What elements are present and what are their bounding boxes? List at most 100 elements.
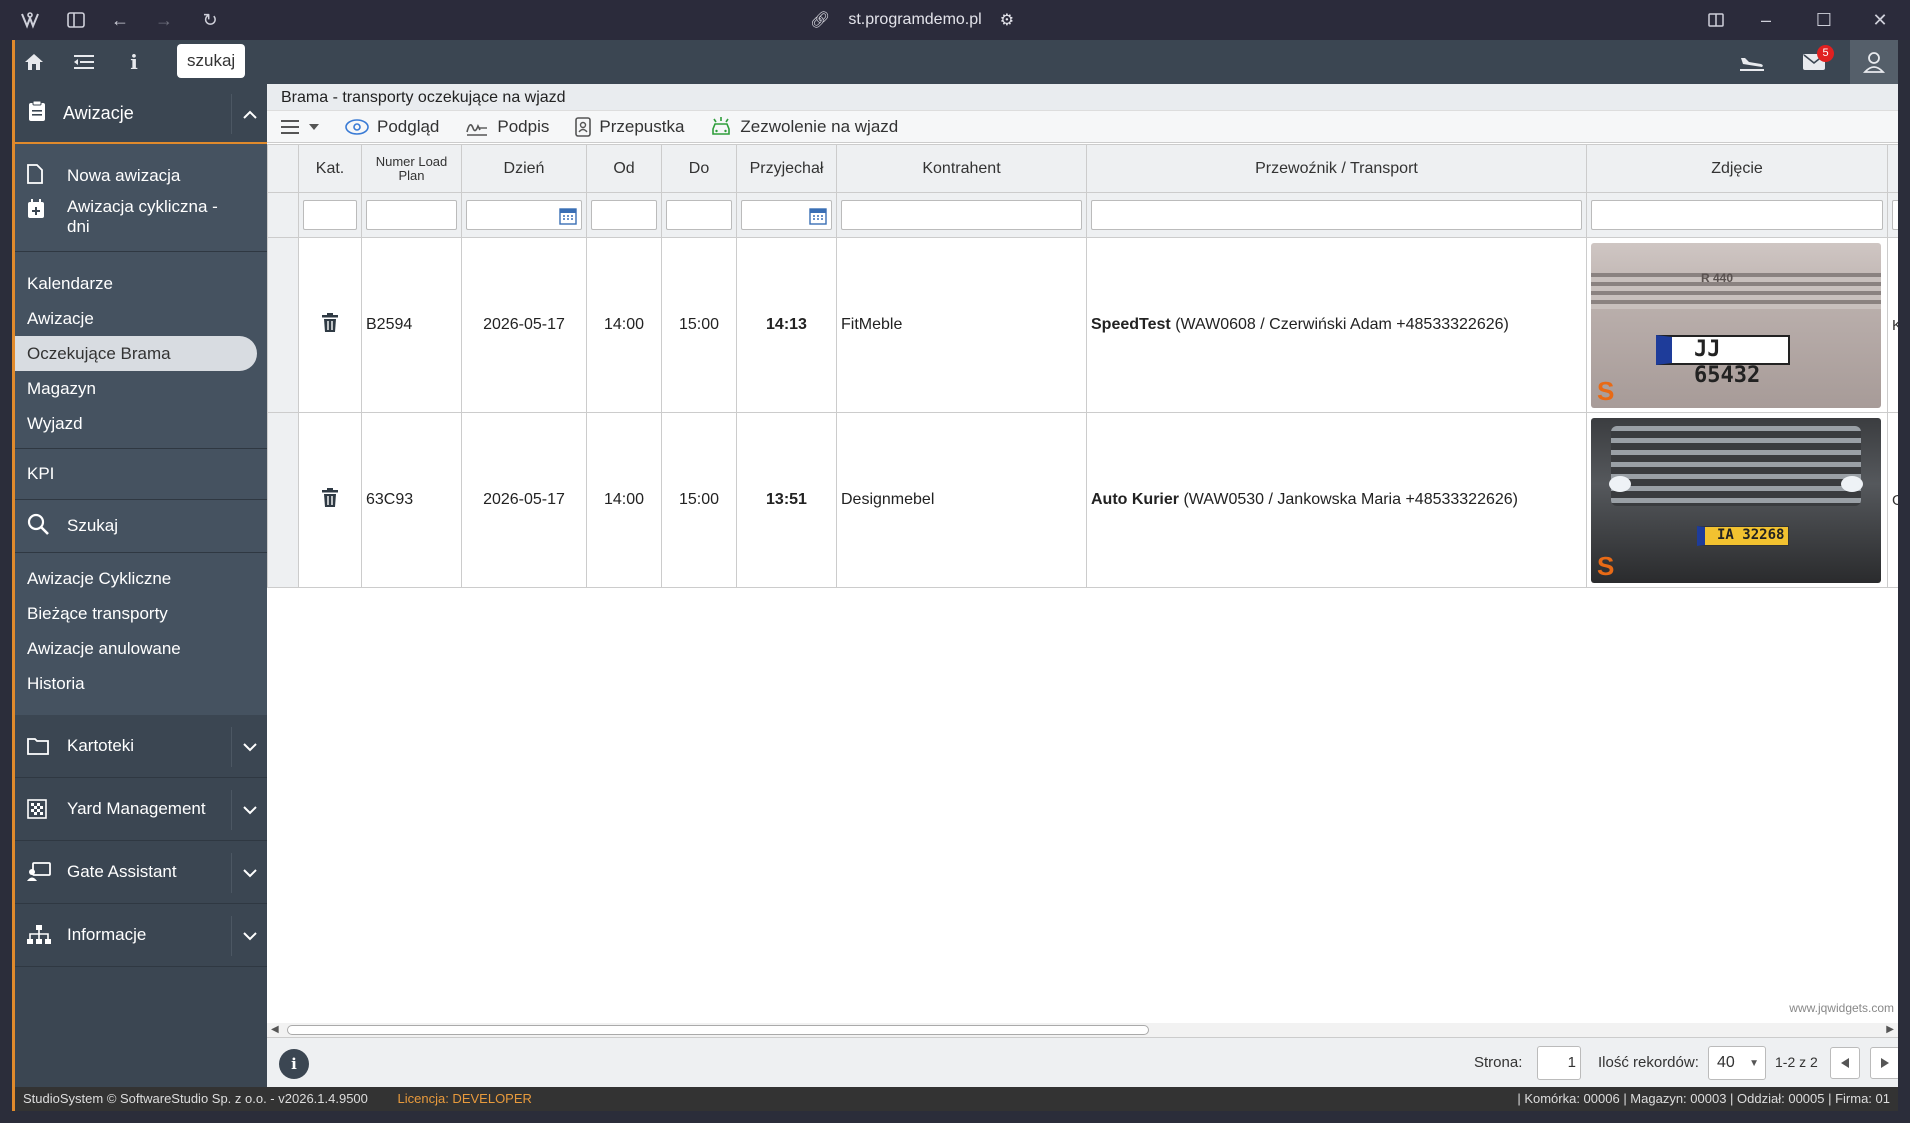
col-header-przyjechal[interactable]: Przyjechał [736, 144, 837, 193]
jqwidgets-watermark[interactable]: www.jqwidgets.com [1789, 1001, 1894, 1015]
cell-overflow: G c [1887, 412, 1898, 588]
site-settings-icon[interactable]: ⚙︎ [1000, 10, 1014, 30]
back-icon[interactable]: ← [108, 8, 132, 32]
main-content: Brama - transporty oczekujące na wjazd P… [267, 84, 1898, 1087]
sidebar-group-informacje[interactable]: Informacje [15, 904, 267, 967]
scrollbar-thumb[interactable] [287, 1025, 1149, 1035]
col-header-dzien[interactable]: Dzień [461, 144, 587, 193]
sidebar-group-kartoteki[interactable]: Kartoteki [15, 715, 267, 778]
grid-icon [27, 799, 51, 819]
app-window: i szukaj 5 Awizacje Nowa awizacja Awizac… [12, 40, 1898, 1111]
sidebar-item-awizacje-anulowane[interactable]: Awizacje anulowane [15, 631, 267, 666]
filter-input-dzien[interactable] [466, 200, 582, 230]
sidebar-item-awizacje[interactable]: Awizacje [15, 301, 267, 336]
address-bar[interactable]: 🔗︎ st.programdemo.pl ⚙︎ [810, 8, 1014, 32]
sidebar-item-nowa-awizacja[interactable]: Nowa awizacja [15, 160, 267, 195]
browser-logo-icon[interactable] [18, 8, 42, 32]
sidebar-group-yard-management[interactable]: Yard Management [15, 778, 267, 841]
menu-dropdown-button[interactable] [281, 119, 319, 134]
cell-to: 15:00 [661, 237, 737, 413]
filter-input-przewoznik[interactable] [1091, 200, 1582, 230]
calendar-plus-icon [27, 199, 51, 224]
filter-input-od[interactable] [591, 200, 657, 230]
table-row[interactable]: 63C93 2026-05-17 14:00 15:00 13:51 Desig… [267, 412, 1898, 588]
preview-button[interactable]: Podgląd [345, 117, 439, 137]
signature-button[interactable]: Podpis [465, 117, 549, 137]
sidebar-item-awizacje-cykliczne[interactable]: Awizacje Cykliczne [15, 561, 267, 596]
next-page-button[interactable] [1870, 1047, 1898, 1079]
col-header-kontrahent[interactable]: Kontrahent [836, 144, 1087, 193]
truck-photo[interactable]: R 440 JJ 65432 S [1591, 242, 1881, 408]
entry-permission-button[interactable]: Zezwolenie na wjazd [710, 116, 898, 137]
plane-landing-icon[interactable] [1739, 50, 1765, 74]
search-button[interactable]: szukaj [177, 44, 246, 78]
records-select[interactable]: 40 ▼ [1708, 1046, 1766, 1080]
prev-page-button[interactable] [1830, 1047, 1860, 1079]
sidebar-item-szukaj[interactable]: Szukaj [15, 500, 267, 552]
info-button[interactable]: i [279, 1049, 309, 1079]
split-view-icon[interactable] [1704, 8, 1728, 32]
sidebar-toggle-icon[interactable] [64, 8, 88, 32]
user-avatar[interactable] [1850, 40, 1898, 84]
collapse-menu-icon[interactable] [71, 50, 97, 74]
sidebar-item-awizacja-cykliczna[interactable]: Awizacja cykliczna - dni [15, 195, 267, 251]
sitemap-icon [27, 925, 51, 945]
filter-input-kontrahent[interactable] [841, 200, 1082, 230]
sidebar-item-magazyn[interactable]: Magazyn [15, 371, 267, 406]
chevron-down-icon[interactable] [231, 727, 267, 767]
maximize-icon[interactable]: ☐ [1812, 8, 1836, 32]
col-header-do[interactable]: Do [661, 144, 737, 193]
sidebar-item-wyjazd[interactable]: Wyjazd [15, 406, 267, 441]
chevron-down-icon[interactable] [231, 790, 267, 830]
trash-icon[interactable] [321, 312, 339, 337]
info-icon[interactable]: i [121, 50, 147, 74]
cell-from: 14:00 [586, 237, 662, 413]
scroll-right-icon[interactable]: ▶ [1886, 1024, 1894, 1035]
sidebar-item-kalendarze[interactable]: Kalendarze [15, 266, 267, 301]
sidebar-item-kpi[interactable]: KPI [15, 449, 267, 499]
cell-carrier: Auto Kurier (WAW0530 / Jankowska Maria +… [1086, 412, 1587, 588]
chevron-down-icon[interactable] [231, 916, 267, 956]
sidebar-item-biezace-transporty[interactable]: Bieżące transporty [15, 596, 267, 631]
calendar-icon[interactable] [559, 207, 577, 230]
filter-input-next[interactable] [1892, 200, 1898, 230]
pass-button[interactable]: Przepustka [575, 117, 684, 137]
license-plate: IA 32268 [1697, 525, 1789, 546]
calendar-icon[interactable] [809, 207, 827, 230]
col-header-od[interactable]: Od [586, 144, 662, 193]
forward-icon[interactable]: → [152, 8, 176, 32]
context-info: | Komórka: 00006 | Magazyn: 00003 | Oddz… [1517, 1091, 1890, 1106]
record-range: 1-2 z 2 [1775, 1054, 1818, 1070]
transport-details: (WAW0608 / Czerwiński Adam +48533322626) [1175, 316, 1509, 333]
filter-input-przyjechal[interactable] [741, 200, 832, 230]
pass-label: Przepustka [599, 116, 685, 136]
status-bar: StudioSystem © SoftwareStudio Sp. z o.o.… [15, 1087, 1898, 1111]
filter-input-load-plan[interactable] [366, 200, 457, 230]
chevron-up-icon[interactable] [231, 94, 267, 134]
mail-icon[interactable]: 5 [1801, 45, 1834, 74]
cell-contractor: Designmebel [836, 412, 1087, 588]
filter-input-zdjecie[interactable] [1591, 200, 1883, 230]
filter-input-do[interactable] [666, 200, 732, 230]
horizontal-scrollbar[interactable]: ◀ ▶ [267, 1023, 1898, 1037]
sidebar-item-historia[interactable]: Historia [15, 666, 267, 701]
minimize-icon[interactable]: – [1754, 8, 1778, 32]
sidebar-group-gate-assistant[interactable]: Gate Assistant [15, 841, 267, 904]
home-icon[interactable] [21, 50, 47, 74]
truck-photo[interactable]: IA 32268 S [1591, 417, 1881, 583]
chevron-down-icon[interactable] [231, 853, 267, 893]
col-header-zdjecie[interactable]: Zdjęcie [1586, 144, 1888, 193]
col-header-kat[interactable]: Kat. [298, 144, 362, 193]
close-icon[interactable]: ✕ [1868, 8, 1892, 32]
col-header-przewoznik[interactable]: Przewoźnik / Transport [1086, 144, 1587, 193]
filter-input-kat[interactable] [303, 200, 357, 230]
sidebar-section-awizacje[interactable]: Awizacje [15, 84, 267, 144]
page-input[interactable]: 1 [1537, 1046, 1581, 1080]
reload-icon[interactable]: ↻ [198, 8, 222, 32]
sidebar-item-oczekujace-brama[interactable]: Oczekujące Brama [15, 336, 257, 371]
table-row[interactable]: B2594 2026-05-17 14:00 15:00 14:13 FitMe… [267, 237, 1898, 413]
preview-label: Podgląd [377, 116, 440, 136]
col-header-load-plan[interactable]: Numer Load Plan [361, 144, 462, 193]
trash-icon[interactable] [321, 487, 339, 512]
scroll-left-icon[interactable]: ◀ [271, 1024, 279, 1035]
